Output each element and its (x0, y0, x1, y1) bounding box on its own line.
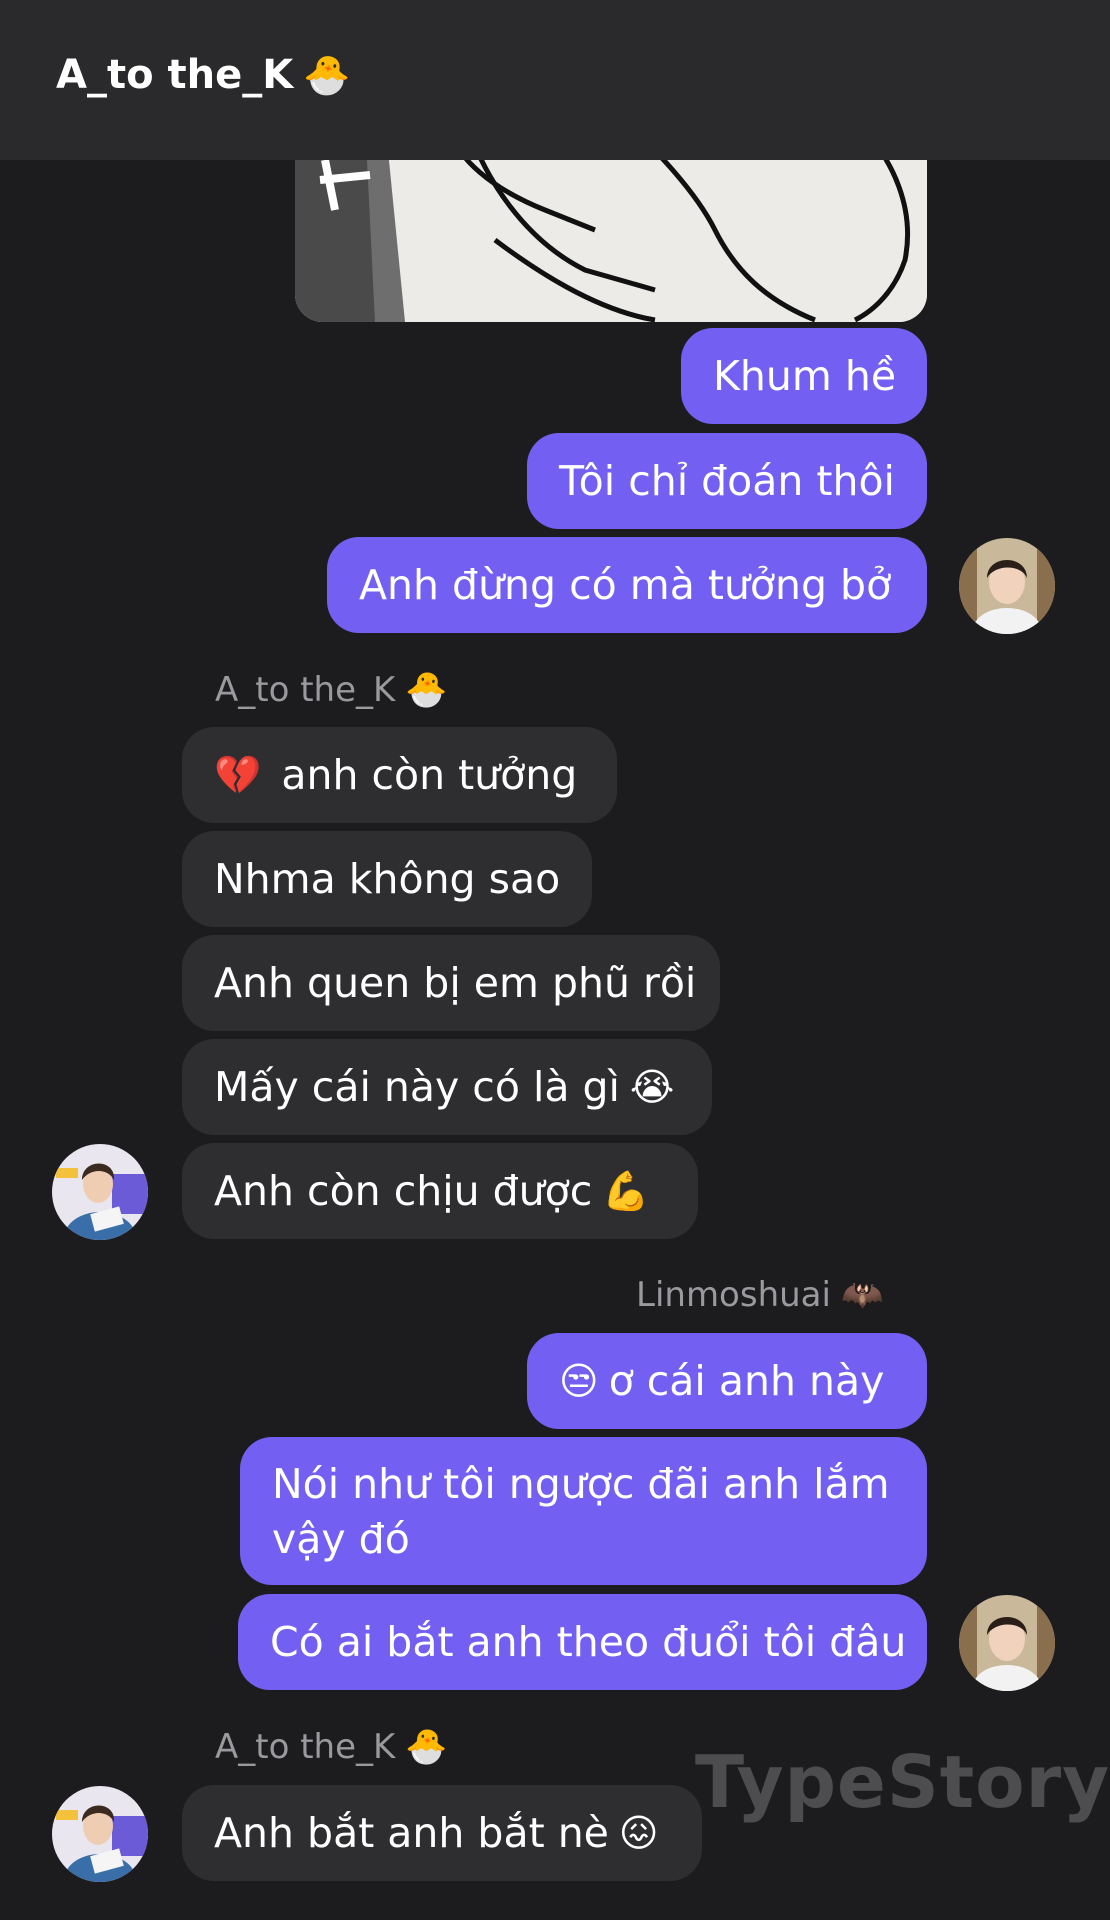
hatching-chick-emoji: 🐣 (303, 53, 351, 97)
message-text: ơ cái anh này (608, 1357, 885, 1405)
message-text: Có ai bắt anh theo đuổi tôi đâu (270, 1618, 907, 1666)
message-text: Mấy cái này có là gì (214, 1063, 620, 1111)
incoming-message[interactable]: Anh còn chịu được 💪 (182, 1143, 698, 1239)
message-text: Anh quen bị em phũ rồi (214, 959, 697, 1007)
message-text: Tôi chỉ đoán thôi (559, 457, 895, 505)
incoming-message[interactable]: Mấy cái này có là gì 😭 (182, 1039, 712, 1135)
sender-name-text: A_to the_K (215, 1727, 396, 1767)
chat-title[interactable]: A_to the_K 🐣 (56, 52, 351, 98)
hatching-chick-emoji: 🐣 (405, 1727, 448, 1767)
loudly-crying-emoji: 😭 (629, 1065, 675, 1109)
watermark: TypeStory (695, 1740, 1110, 1824)
message-text: anh còn tưởng (281, 751, 578, 799)
my-avatar[interactable] (959, 538, 1055, 634)
message-text: Nhma không sao (214, 855, 561, 903)
sender-name: Linmoshuai 🦇 (636, 1275, 883, 1315)
outgoing-message[interactable]: Có ai bắt anh theo đuổi tôi đâu (238, 1594, 927, 1690)
sender-name: A_to the_K 🐣 (215, 670, 448, 710)
message-text: Khum hề (713, 352, 897, 400)
unamused-face-emoji: 😒 (559, 1359, 599, 1403)
sender-name-text: A_to the_K (215, 670, 396, 710)
message-text: Anh đừng có mà tưởng bở (359, 561, 892, 609)
my-avatar[interactable] (959, 1595, 1055, 1691)
incoming-message[interactable]: 💔 anh còn tưởng (182, 727, 617, 823)
incoming-message[interactable]: Anh bắt anh bắt nè 😖 (182, 1785, 702, 1881)
outgoing-message[interactable]: Khum hề (681, 328, 927, 424)
message-text: Nói như tôi ngược đãi anh lắm vậy đó (272, 1460, 890, 1563)
chat-title-text: A_to the_K (56, 52, 294, 98)
confounded-face-emoji: 😖 (618, 1811, 659, 1855)
outgoing-message[interactable]: Tôi chỉ đoán thôi (527, 433, 927, 529)
sender-name: A_to the_K 🐣 (215, 1727, 448, 1767)
flexed-biceps-emoji: 💪 (602, 1169, 650, 1213)
sender-name-text: Linmoshuai (636, 1275, 831, 1315)
message-text: Anh bắt anh bắt nè (214, 1809, 609, 1857)
broken-heart-emoji: 💔 (214, 753, 262, 797)
contact-avatar[interactable] (52, 1786, 148, 1882)
outgoing-message[interactable]: Anh đừng có mà tưởng bở (327, 537, 927, 633)
contact-avatar[interactable] (52, 1144, 148, 1240)
bat-emoji: 🦇 (840, 1275, 884, 1315)
chat-header: A_to the_K 🐣 (0, 0, 1110, 160)
incoming-message[interactable]: Anh quen bị em phũ rồi (182, 935, 720, 1031)
outgoing-message[interactable]: Nói như tôi ngược đãi anh lắm vậy đó (240, 1437, 927, 1585)
message-text: Anh còn chịu được (214, 1167, 593, 1215)
hatching-chick-emoji: 🐣 (405, 670, 448, 710)
incoming-message[interactable]: Nhma không sao (182, 831, 592, 927)
outgoing-message[interactable]: 😒 ơ cái anh này (527, 1333, 927, 1429)
